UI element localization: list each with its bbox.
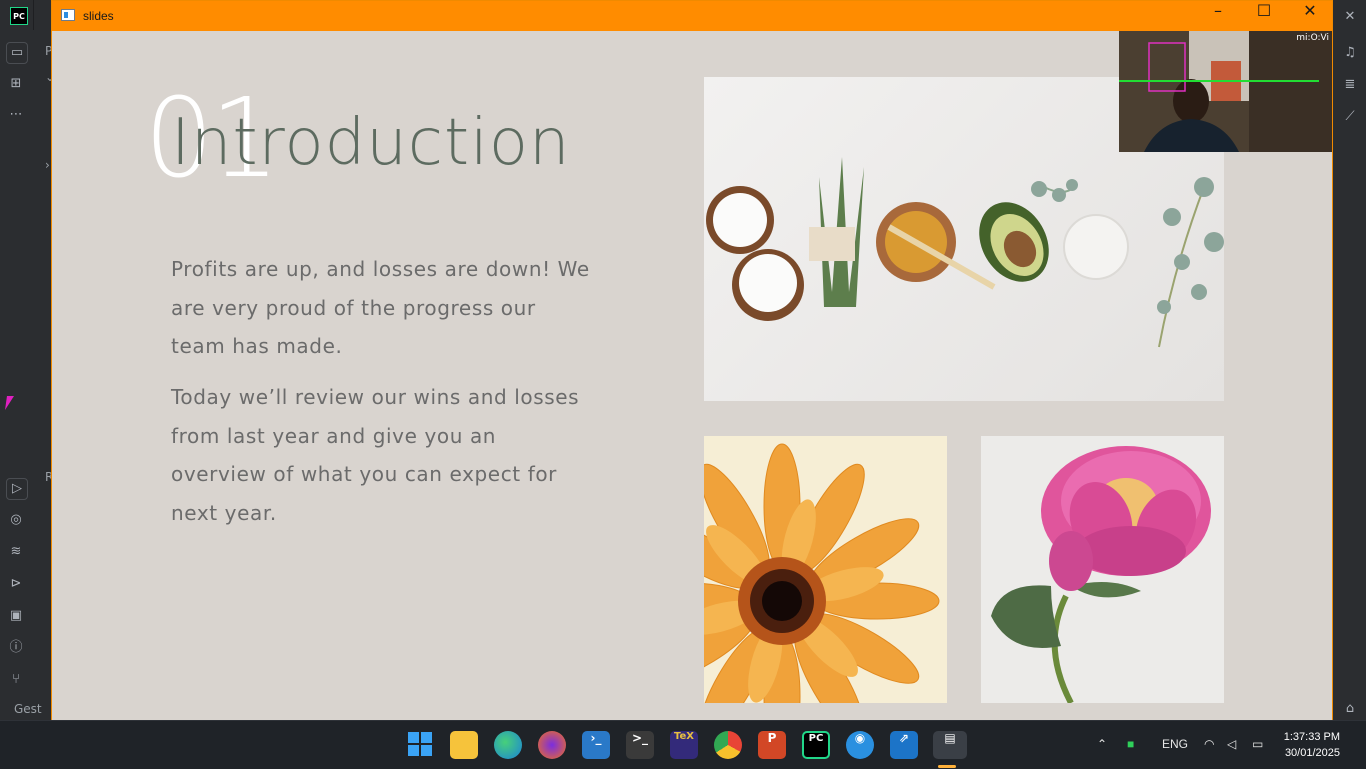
folder-icon[interactable]: ▭ bbox=[6, 42, 28, 64]
terminal-icon[interactable]: ▣ bbox=[6, 606, 26, 626]
webcam-overlay-text: mi:O:Vi bbox=[1296, 33, 1329, 43]
layers-icon[interactable]: ≋ bbox=[6, 542, 26, 562]
powerpoint-icon[interactable]: P bbox=[758, 731, 786, 759]
minimize-button[interactable]: – bbox=[1195, 1, 1241, 31]
services-icon[interactable]: ⊳ bbox=[6, 574, 26, 594]
notifications-icon[interactable]: ♫ bbox=[1341, 44, 1359, 62]
structure-icon[interactable]: ⊞ bbox=[6, 74, 26, 94]
chart-icon[interactable]: ⟋ bbox=[1341, 108, 1359, 126]
camera-icon[interactable]: ■ bbox=[1127, 737, 1134, 751]
texworks-icon[interactable]: TeX bbox=[670, 731, 698, 759]
close-button[interactable]: ✕ bbox=[1287, 1, 1333, 31]
chevron-up-icon[interactable]: ⌃ bbox=[1097, 737, 1107, 751]
maximize-button[interactable]: ☐ bbox=[1241, 1, 1287, 31]
close-icon[interactable]: ✕ bbox=[1341, 8, 1359, 26]
lock-icon[interactable]: ⌂ bbox=[1341, 700, 1359, 718]
window-titlebar[interactable]: slides – ☐ ✕ bbox=[52, 1, 1332, 31]
slide-heading: Introduction bbox=[171, 106, 571, 180]
system-clock[interactable]: 1:37:33 PM 30/01/2025 bbox=[1284, 729, 1340, 761]
gerbera-flower-photo bbox=[704, 436, 947, 703]
ide-left-toolbar: PC ▭ ⊞ ⋯ ▷ ◎ ≋ ⊳ ▣ ⓘ ⑂ bbox=[0, 0, 34, 720]
powershell-icon[interactable]: ›_ bbox=[582, 731, 610, 759]
webcam-preview: mi:O:Vi bbox=[1119, 31, 1332, 152]
python-icon[interactable]: ◎ bbox=[6, 510, 26, 530]
chevron-right-icon[interactable]: › bbox=[45, 158, 50, 172]
remote-app-icon[interactable]: ⇗ bbox=[890, 731, 918, 759]
git-icon[interactable]: ⑂ bbox=[6, 670, 26, 690]
chrome-icon[interactable] bbox=[714, 731, 742, 759]
volume-icon[interactable]: ◁ bbox=[1227, 737, 1236, 751]
firefox-icon[interactable] bbox=[538, 731, 566, 759]
slide-paragraph-2: Today we’ll review our wins and losses f… bbox=[171, 385, 580, 525]
ide-project-strip: P ⌄ › R bbox=[33, 30, 55, 720]
run-icon[interactable]: ▷ bbox=[6, 478, 28, 500]
battery-icon[interactable]: ▭ bbox=[1252, 737, 1263, 751]
slide-canvas: 01 Introduction Profits are up, and loss… bbox=[52, 31, 1332, 720]
problems-icon[interactable]: ⓘ bbox=[6, 638, 26, 658]
ide-status-text: Gest bbox=[14, 702, 42, 716]
clock-time: 1:37:33 PM bbox=[1283, 731, 1340, 743]
language-indicator[interactable]: ENG bbox=[1162, 737, 1188, 751]
slide-paragraph-1: Profits are up, and losses are down! We … bbox=[171, 257, 590, 359]
clock-date: 30/01/2025 bbox=[1284, 747, 1340, 759]
window-title: slides bbox=[83, 9, 114, 23]
terminal-app-icon[interactable]: >_ bbox=[626, 731, 654, 759]
edge-icon[interactable] bbox=[494, 731, 522, 759]
windows-start-icon[interactable] bbox=[406, 731, 434, 759]
wifi-icon[interactable]: ◠ bbox=[1204, 737, 1214, 751]
peony-flower-photo bbox=[981, 436, 1224, 703]
slides-app-icon bbox=[61, 9, 75, 21]
more-icon[interactable]: ⋯ bbox=[6, 105, 26, 125]
slides-taskbar-icon[interactable]: ▤ bbox=[933, 731, 967, 759]
ide-right-toolbar: ✕ ♫ ≣ ⟋ ⌂ bbox=[1333, 0, 1366, 720]
slides-window: slides – ☐ ✕ 01 Introduction Profits are… bbox=[51, 0, 1333, 720]
taskbar: ›_ >_ TeX P PC ◉ ⇗ ▤ ⌃ ■ ENG ◠ ◁ ▭ 1:37:… bbox=[0, 720, 1366, 769]
file-explorer-icon[interactable] bbox=[450, 731, 478, 759]
pycharm-logo-icon[interactable]: PC bbox=[10, 7, 28, 25]
webcam-app-icon[interactable]: ◉ bbox=[846, 731, 874, 759]
pycharm-icon[interactable]: PC bbox=[802, 731, 830, 759]
database-icon[interactable]: ≣ bbox=[1341, 76, 1359, 94]
